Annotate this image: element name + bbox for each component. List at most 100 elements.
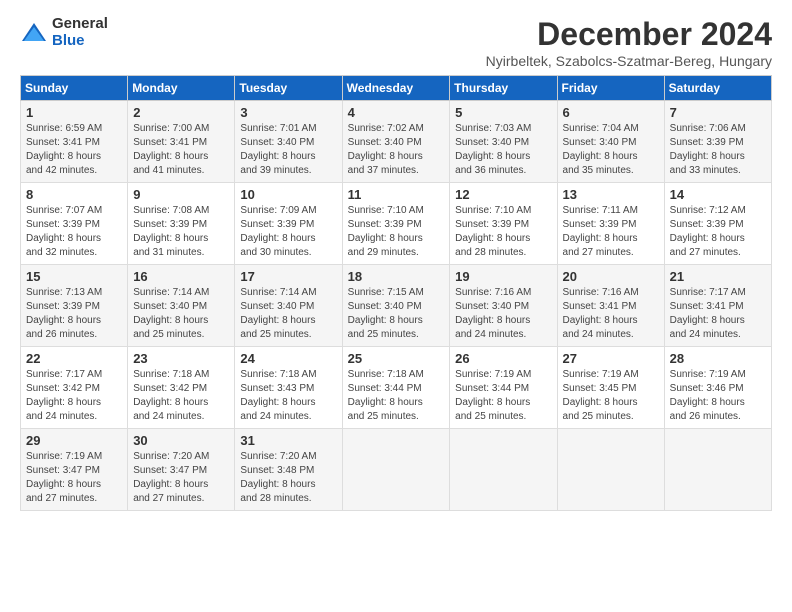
day-info: Sunrise: 7:16 AM Sunset: 3:41 PM Dayligh… xyxy=(563,286,659,342)
day-info: Sunrise: 7:17 AM Sunset: 3:41 PM Dayligh… xyxy=(670,286,766,342)
day-cell: 8 Sunrise: 7:07 AM Sunset: 3:39 PM Daylig… xyxy=(21,183,128,265)
day-number: 18 xyxy=(348,269,445,284)
day-info: Sunrise: 7:17 AM Sunset: 3:42 PM Dayligh… xyxy=(26,368,122,424)
day-number: 13 xyxy=(563,187,659,202)
day-cell: 6 Sunrise: 7:04 AM Sunset: 3:40 PM Daylig… xyxy=(557,101,664,183)
day-number: 22 xyxy=(26,351,122,366)
page-header: General Blue December 2024 Nyirbeltek, S… xyxy=(20,16,772,69)
column-header-saturday: Saturday xyxy=(664,76,771,101)
day-number: 7 xyxy=(670,105,766,120)
day-info: Sunrise: 7:00 AM Sunset: 3:41 PM Dayligh… xyxy=(133,122,229,178)
day-info: Sunrise: 7:15 AM Sunset: 3:40 PM Dayligh… xyxy=(348,286,445,342)
day-number: 16 xyxy=(133,269,229,284)
day-info: Sunrise: 7:14 AM Sunset: 3:40 PM Dayligh… xyxy=(133,286,229,342)
calendar-header: SundayMondayTuesdayWednesdayThursdayFrid… xyxy=(21,76,772,101)
week-row-5: 29Sunrise: 7:19 AM Sunset: 3:47 PM Dayli… xyxy=(21,429,772,511)
day-number: 25 xyxy=(348,351,445,366)
day-number: 19 xyxy=(455,269,551,284)
day-cell xyxy=(664,429,771,511)
day-info: Sunrise: 7:20 AM Sunset: 3:47 PM Dayligh… xyxy=(133,450,229,506)
day-number: 10 xyxy=(240,187,336,202)
day-info: Sunrise: 7:18 AM Sunset: 3:43 PM Dayligh… xyxy=(240,368,336,424)
day-cell: 27 Sunrise: 7:19 AM Sunset: 3:45 PM Dayli… xyxy=(557,347,664,429)
day-cell: 21 Sunrise: 7:17 AM Sunset: 3:41 PM Dayli… xyxy=(664,265,771,347)
column-header-monday: Monday xyxy=(128,76,235,101)
day-info: Sunrise: 7:04 AM Sunset: 3:40 PM Dayligh… xyxy=(563,122,659,178)
day-number: 24 xyxy=(240,351,336,366)
week-row-2: 8 Sunrise: 7:07 AM Sunset: 3:39 PM Daylig… xyxy=(21,183,772,265)
day-info: Sunrise: 7:19 AM Sunset: 3:45 PM Dayligh… xyxy=(563,368,659,424)
column-header-wednesday: Wednesday xyxy=(342,76,450,101)
column-header-friday: Friday xyxy=(557,76,664,101)
week-row-1: 1 Sunrise: 6:59 AM Sunset: 3:41 PM Daylig… xyxy=(21,101,772,183)
day-info: Sunrise: 7:19 AM Sunset: 3:46 PM Dayligh… xyxy=(670,368,766,424)
day-cell: 20 Sunrise: 7:16 AM Sunset: 3:41 PM Dayli… xyxy=(557,265,664,347)
day-cell xyxy=(557,429,664,511)
day-cell: 9Sunrise: 7:08 AM Sunset: 3:39 PM Daylig… xyxy=(128,183,235,265)
day-info: Sunrise: 7:10 AM Sunset: 3:39 PM Dayligh… xyxy=(455,204,551,260)
day-cell: 28Sunrise: 7:19 AM Sunset: 3:46 PM Dayli… xyxy=(664,347,771,429)
day-cell: 13 Sunrise: 7:11 AM Sunset: 3:39 PM Dayli… xyxy=(557,183,664,265)
day-cell: 26 Sunrise: 7:19 AM Sunset: 3:44 PM Dayli… xyxy=(450,347,557,429)
day-number: 14 xyxy=(670,187,766,202)
day-number: 30 xyxy=(133,433,229,448)
day-number: 27 xyxy=(563,351,659,366)
day-number: 2 xyxy=(133,105,229,120)
logo-blue: Blue xyxy=(52,33,108,50)
day-number: 15 xyxy=(26,269,122,284)
day-number: 20 xyxy=(563,269,659,284)
day-cell: 19 Sunrise: 7:16 AM Sunset: 3:40 PM Dayli… xyxy=(450,265,557,347)
day-cell: 1 Sunrise: 6:59 AM Sunset: 3:41 PM Daylig… xyxy=(21,101,128,183)
day-cell: 14 Sunrise: 7:12 AM Sunset: 3:39 PM Dayli… xyxy=(664,183,771,265)
day-info: Sunrise: 7:16 AM Sunset: 3:40 PM Dayligh… xyxy=(455,286,551,342)
day-number: 5 xyxy=(455,105,551,120)
day-cell: 10Sunrise: 7:09 AM Sunset: 3:39 PM Dayli… xyxy=(235,183,342,265)
subtitle: Nyirbeltek, Szabolcs-Szatmar-Bereg, Hung… xyxy=(486,53,772,69)
logo-icon xyxy=(20,21,48,45)
logo-general: General xyxy=(52,16,108,33)
day-number: 31 xyxy=(240,433,336,448)
day-cell: 31 Sunrise: 7:20 AM Sunset: 3:48 PM Dayli… xyxy=(235,429,342,511)
day-cell: 24 Sunrise: 7:18 AM Sunset: 3:43 PM Dayli… xyxy=(235,347,342,429)
day-cell: 12Sunrise: 7:10 AM Sunset: 3:39 PM Dayli… xyxy=(450,183,557,265)
day-info: Sunrise: 7:10 AM Sunset: 3:39 PM Dayligh… xyxy=(348,204,445,260)
day-number: 6 xyxy=(563,105,659,120)
week-row-4: 22 Sunrise: 7:17 AM Sunset: 3:42 PM Dayli… xyxy=(21,347,772,429)
day-cell: 30 Sunrise: 7:20 AM Sunset: 3:47 PM Dayli… xyxy=(128,429,235,511)
day-info: Sunrise: 7:11 AM Sunset: 3:39 PM Dayligh… xyxy=(563,204,659,260)
day-number: 1 xyxy=(26,105,122,120)
day-info: Sunrise: 7:19 AM Sunset: 3:44 PM Dayligh… xyxy=(455,368,551,424)
day-info: Sunrise: 7:03 AM Sunset: 3:40 PM Dayligh… xyxy=(455,122,551,178)
title-area: December 2024 Nyirbeltek, Szabolcs-Szatm… xyxy=(486,16,772,69)
week-row-3: 15Sunrise: 7:13 AM Sunset: 3:39 PM Dayli… xyxy=(21,265,772,347)
day-cell: 23Sunrise: 7:18 AM Sunset: 3:42 PM Dayli… xyxy=(128,347,235,429)
day-cell: 3 Sunrise: 7:01 AM Sunset: 3:40 PM Daylig… xyxy=(235,101,342,183)
main-title: December 2024 xyxy=(486,16,772,53)
day-cell: 4Sunrise: 7:02 AM Sunset: 3:40 PM Daylig… xyxy=(342,101,450,183)
day-info: Sunrise: 7:20 AM Sunset: 3:48 PM Dayligh… xyxy=(240,450,336,506)
logo-text: General Blue xyxy=(52,16,108,49)
day-info: Sunrise: 7:18 AM Sunset: 3:44 PM Dayligh… xyxy=(348,368,445,424)
day-cell: 5 Sunrise: 7:03 AM Sunset: 3:40 PM Daylig… xyxy=(450,101,557,183)
day-cell xyxy=(450,429,557,511)
day-number: 17 xyxy=(240,269,336,284)
day-cell: 11Sunrise: 7:10 AM Sunset: 3:39 PM Dayli… xyxy=(342,183,450,265)
day-number: 8 xyxy=(26,187,122,202)
day-info: Sunrise: 7:08 AM Sunset: 3:39 PM Dayligh… xyxy=(133,204,229,260)
day-info: Sunrise: 7:07 AM Sunset: 3:39 PM Dayligh… xyxy=(26,204,122,260)
day-cell: 22 Sunrise: 7:17 AM Sunset: 3:42 PM Dayli… xyxy=(21,347,128,429)
day-info: Sunrise: 7:01 AM Sunset: 3:40 PM Dayligh… xyxy=(240,122,336,178)
day-info: Sunrise: 7:19 AM Sunset: 3:47 PM Dayligh… xyxy=(26,450,122,506)
logo: General Blue xyxy=(20,16,108,49)
day-number: 4 xyxy=(348,105,445,120)
day-info: Sunrise: 6:59 AM Sunset: 3:41 PM Dayligh… xyxy=(26,122,122,178)
day-cell: 16 Sunrise: 7:14 AM Sunset: 3:40 PM Dayli… xyxy=(128,265,235,347)
day-info: Sunrise: 7:06 AM Sunset: 3:39 PM Dayligh… xyxy=(670,122,766,178)
column-header-tuesday: Tuesday xyxy=(235,76,342,101)
day-cell: 15Sunrise: 7:13 AM Sunset: 3:39 PM Dayli… xyxy=(21,265,128,347)
day-number: 21 xyxy=(670,269,766,284)
day-number: 26 xyxy=(455,351,551,366)
day-cell: 2 Sunrise: 7:00 AM Sunset: 3:41 PM Daylig… xyxy=(128,101,235,183)
day-number: 3 xyxy=(240,105,336,120)
day-info: Sunrise: 7:12 AM Sunset: 3:39 PM Dayligh… xyxy=(670,204,766,260)
